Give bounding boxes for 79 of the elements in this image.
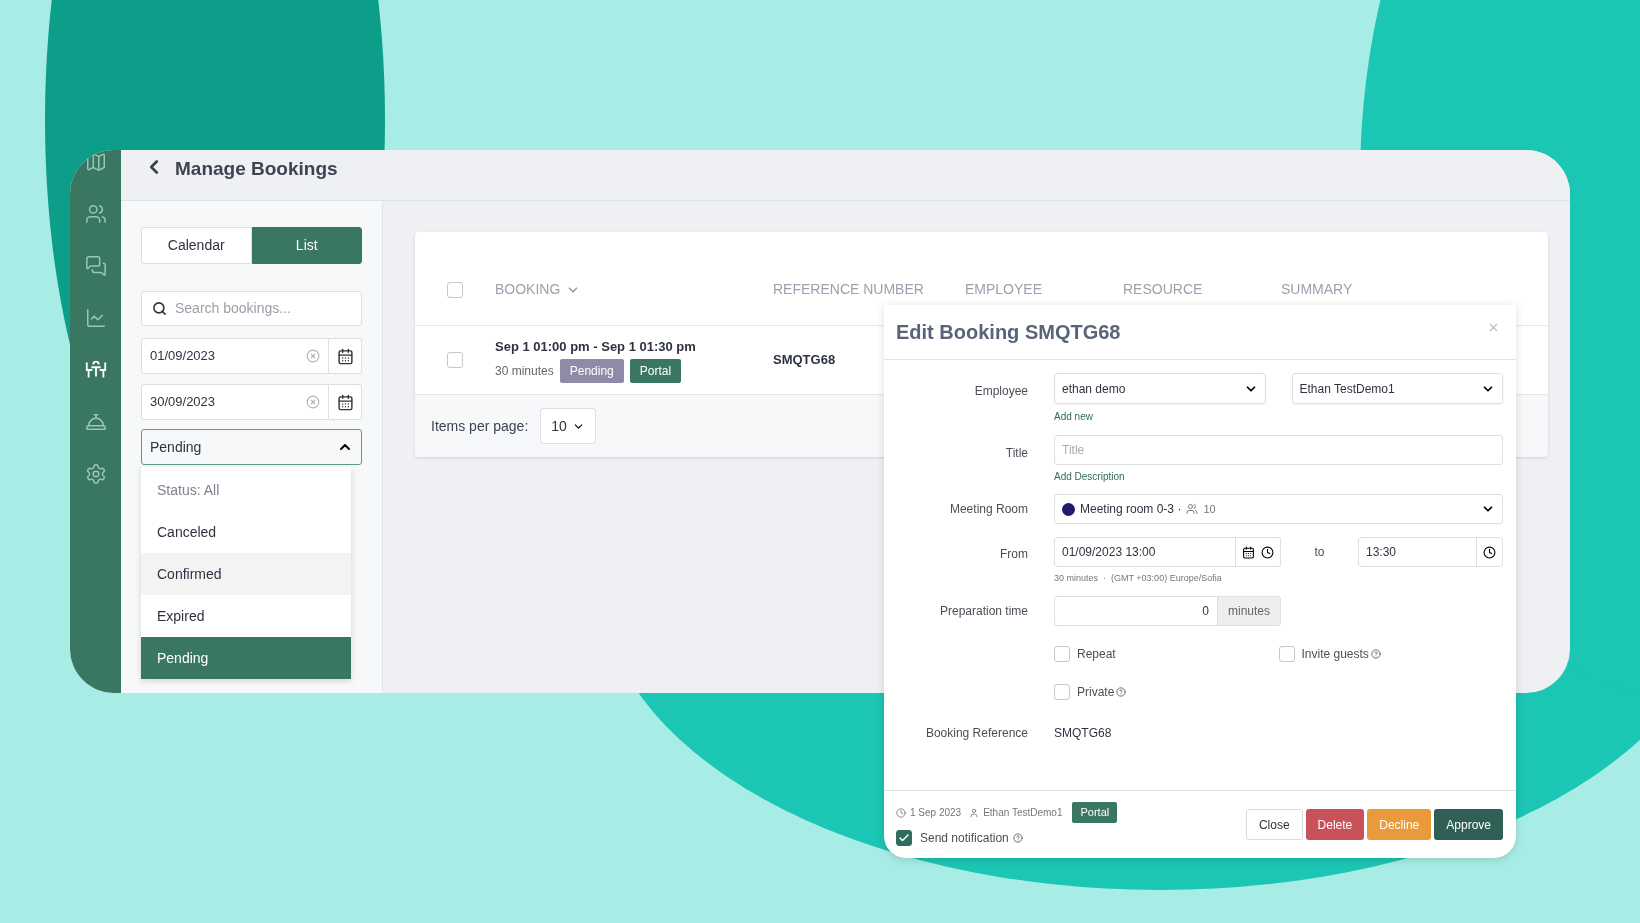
- status-option[interactable]: Status: All: [141, 469, 351, 511]
- option-label: Invite guests: [1301, 645, 1369, 663]
- calendar-icon[interactable]: [1242, 545, 1255, 559]
- items-per-page-label: Items per page:: [431, 416, 529, 436]
- calendar-button[interactable]: [329, 338, 362, 374]
- source-tag: Portal: [1072, 802, 1118, 823]
- clear-icon[interactable]: [306, 349, 320, 363]
- column-header: SUMMARY: [1281, 280, 1353, 299]
- booking-time: Sep 1 01:00 pm - Sep 1 01:30 pm: [495, 338, 697, 357]
- clock-icon: [896, 807, 906, 818]
- duration-note: 30 minutes · (GMT +03:00) Europe/Sofia: [1054, 572, 1223, 585]
- option-checkbox[interactable]: [1054, 645, 1070, 662]
- dialog-title: Edit Booking SMQTG68: [896, 320, 1121, 345]
- column-header: RESOURCE: [1123, 280, 1203, 299]
- check-icon: [898, 831, 910, 844]
- status-option[interactable]: Canceled: [141, 511, 351, 553]
- column-header: REFERENCE NUMBER: [773, 280, 924, 299]
- user-icon: [969, 807, 980, 818]
- clear-icon[interactable]: [306, 395, 320, 409]
- view-tab[interactable]: Calendar: [141, 227, 252, 264]
- field-label: From: [999, 546, 1028, 563]
- add-new-link[interactable]: Add new: [1054, 409, 1093, 424]
- status-tag: Portal: [629, 358, 682, 383]
- help-icon[interactable]: [1012, 832, 1023, 843]
- status-option[interactable]: Pending: [141, 637, 351, 679]
- field-label: Meeting Room: [948, 501, 1028, 518]
- option-checkbox[interactable]: [1278, 645, 1295, 662]
- date-field[interactable]: 30/09/2023: [141, 384, 329, 420]
- help-icon[interactable]: [1116, 686, 1127, 697]
- meeting-room-select[interactable]: Meeting room 0-3 · 10: [1054, 494, 1503, 524]
- dialog-action-button[interactable]: Delete: [1305, 809, 1365, 840]
- calendar-icon: [336, 347, 354, 365]
- view-tab[interactable]: List: [251, 227, 362, 264]
- status-tag: Pending: [559, 358, 624, 383]
- search-input[interactable]: Search bookings...: [175, 298, 345, 319]
- field-label: Booking Reference: [924, 724, 1028, 742]
- field-label: Title: [1004, 445, 1028, 462]
- created-date: 1 Sep 2023: [910, 806, 962, 820]
- booking-reference: SMQTG68: [1054, 724, 1112, 742]
- chat-icon[interactable]: [83, 254, 108, 278]
- users-icon[interactable]: [83, 202, 108, 226]
- calendar-icon: [336, 393, 354, 411]
- notification-label: Send notification: [920, 829, 1009, 847]
- page-title: Manage Bookings: [175, 157, 338, 181]
- search-field[interactable]: Search bookings...: [141, 291, 362, 326]
- row-checkbox[interactable]: [447, 352, 463, 368]
- status-option[interactable]: Confirmed: [141, 553, 351, 595]
- add-description-link[interactable]: Add Description: [1054, 469, 1125, 484]
- field-label: Employee: [973, 383, 1028, 400]
- option-label: Private: [1077, 683, 1115, 701]
- from-datetime-field[interactable]: 01/09/2023 13:00: [1054, 537, 1281, 567]
- option-label: Repeat: [1077, 645, 1116, 663]
- dialog-action-button[interactable]: Approve: [1434, 809, 1503, 840]
- preparation-field[interactable]: 0 minutes: [1054, 595, 1281, 626]
- date-field[interactable]: 01/09/2023: [141, 338, 329, 374]
- select-all-checkbox[interactable]: [447, 281, 463, 298]
- option-checkbox[interactable]: [1054, 683, 1070, 700]
- title-field[interactable]: Title: [1054, 435, 1503, 465]
- search-icon: [152, 301, 167, 316]
- to-time-field[interactable]: 13:30: [1358, 537, 1503, 567]
- people-icon: [1186, 503, 1199, 515]
- reference-number: SMQTG68: [773, 351, 836, 370]
- help-icon[interactable]: [1370, 648, 1381, 659]
- unit-label: minutes: [1216, 596, 1280, 625]
- employee-select[interactable]: ethan demo: [1054, 373, 1266, 404]
- column-header: EMPLOYEE: [965, 280, 1043, 299]
- employee-select[interactable]: Ethan TestDemo1: [1291, 373, 1503, 404]
- created-by: Ethan TestDemo1: [983, 806, 1063, 820]
- dialog-action-button[interactable]: Close: [1245, 809, 1303, 840]
- clock-icon[interactable]: [1261, 545, 1274, 559]
- to-label: to: [1313, 544, 1326, 561]
- field-label: Preparation time: [938, 602, 1028, 620]
- status-select[interactable]: Pending: [141, 429, 362, 465]
- status-option[interactable]: Expired: [141, 595, 351, 637]
- notification-checkbox[interactable]: [896, 829, 912, 846]
- items-per-page-select[interactable]: 10: [540, 408, 597, 444]
- clock-icon[interactable]: [1483, 545, 1496, 559]
- calendar-button[interactable]: [329, 384, 362, 420]
- booking-duration: 30 minutes: [495, 362, 554, 380]
